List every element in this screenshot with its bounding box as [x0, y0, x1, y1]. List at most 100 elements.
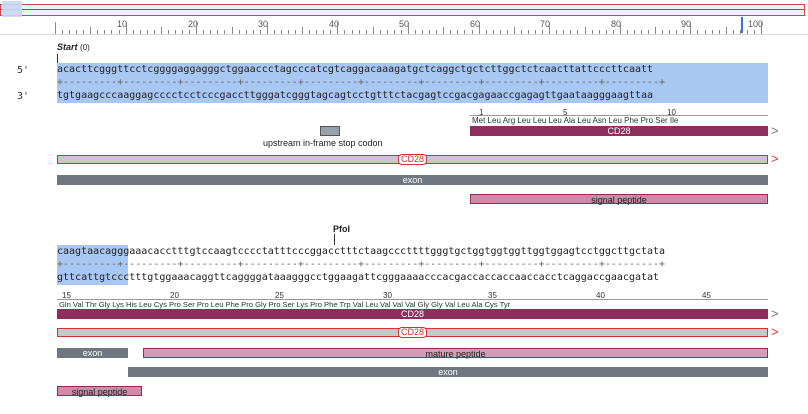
cd28-gene-bar-row2[interactable]: CD28: [57, 309, 768, 319]
ruler-tick: [62, 30, 64, 34]
ruler-tick: [718, 30, 720, 34]
ruler-tick: [669, 30, 671, 34]
ruler-tick: [690, 22, 692, 34]
ruler-tick: [238, 30, 240, 34]
ruler-tick: [182, 30, 184, 34]
start-label-group: Start (0): [57, 42, 90, 52]
ruler-tick: [725, 27, 727, 34]
ruler-tick: [252, 30, 254, 34]
cds-direction-arrow: >: [771, 151, 779, 166]
ruler-tick: [556, 30, 558, 34]
ruler-tick: [436, 30, 438, 34]
ruler-tick: [408, 22, 409, 34]
ruler-tick: [746, 30, 748, 34]
ruler-tick: [323, 30, 325, 34]
pfoi-site-label[interactable]: PfoI: [333, 224, 350, 234]
ruler-tick: [619, 22, 621, 34]
cds-direction-arrow: >: [771, 324, 779, 339]
ruler-tick: [648, 30, 650, 34]
ruler-tick: [422, 30, 424, 34]
ruler-tick: [429, 30, 431, 34]
exon-bar-row2-right[interactable]: exon: [128, 367, 768, 377]
ruler-tick: [506, 30, 508, 34]
signal-peptide-bar[interactable]: signal peptide: [470, 194, 768, 205]
exon-bar-row2-left[interactable]: exon: [57, 348, 128, 358]
ruler-tick: [76, 30, 78, 34]
top-strand-sequence-row2[interactable]: caagtaacagggaaacacctttgtccaagtcccctatttc…: [57, 246, 665, 257]
cursor-position-marker[interactable]: [741, 17, 743, 33]
ruler-tick: [704, 30, 706, 34]
ruler-tick: [302, 27, 304, 34]
ruler-tick: [160, 27, 162, 34]
ruler-tick: [471, 30, 473, 34]
overview-track[interactable]: [0, 4, 805, 16]
ruler-tick: [153, 30, 155, 34]
ruler-tick: [478, 22, 480, 34]
ruler-tick: [245, 30, 247, 34]
top-strand-sequence[interactable]: acacttcgggttcctcggggaggagggctggaaccctagc…: [57, 64, 653, 75]
stop-codon-label: upstream in-frame stop codon: [263, 138, 383, 148]
ruler-tick: [520, 30, 522, 34]
ruler-tick: [761, 22, 762, 34]
ruler-tick: [612, 30, 614, 34]
ruler-scale: 10 20 30 40 50 60 70 80 90 100: [55, 17, 769, 34]
stop-codon-feature[interactable]: [320, 126, 340, 136]
ruler-tick: [273, 30, 275, 34]
ruler-tick: [196, 22, 198, 34]
ruler-tick: [535, 30, 537, 34]
start-label: Start: [57, 42, 78, 52]
ruler-tick: [97, 30, 99, 34]
cd28-gene-bar[interactable]: CD28: [470, 126, 768, 136]
ruler-tick: [549, 22, 551, 34]
ruler-tick: [295, 30, 297, 34]
ruler-tick: [337, 22, 339, 34]
ruler-tick: [372, 27, 374, 34]
ruler-tick: [457, 30, 459, 34]
ruler-tick: [365, 30, 367, 34]
ruler-tick: [69, 30, 71, 34]
ruler-tick: [125, 22, 127, 34]
ruler-tick: [90, 27, 92, 34]
ruler-tick: [400, 30, 402, 34]
ruler-tick: [450, 30, 452, 34]
exon-bar[interactable]: exon: [57, 175, 768, 185]
ruler-tick: [111, 30, 113, 34]
sequence-ruler[interactable]: 10 20 30 40 50 60 70 80 90 100: [0, 0, 808, 35]
signal-peptide-bar-row2[interactable]: signal peptide: [57, 386, 142, 397]
ruler-tick: [259, 30, 261, 34]
ruler-tick: [139, 30, 141, 34]
ruler-tick: [591, 30, 593, 34]
bottom-strand-sequence-row2[interactable]: gttcattgtccctttgtggaaacaggttcaggggataaag…: [57, 272, 659, 283]
ruler-tick: [492, 30, 494, 34]
ruler-tick: [132, 30, 134, 34]
ruler-tick: [499, 30, 501, 34]
ruler-tick: [316, 30, 318, 34]
ruler-tick: [640, 30, 642, 34]
ruler-tick: [309, 30, 311, 34]
strand-tick-line: +---------+---------+---------+---------…: [57, 77, 666, 88]
ruler-tick: [358, 30, 360, 34]
ruler-tick: [633, 30, 635, 34]
ruler-tick: [676, 30, 678, 34]
ruler-tick: [344, 30, 346, 34]
ruler-tick: [443, 27, 445, 34]
mature-peptide-bar[interactable]: mature peptide: [143, 348, 768, 359]
ruler-tick: [415, 30, 417, 34]
ruler-tick: [683, 30, 685, 34]
ruler-tick: [393, 30, 395, 34]
ruler-tick: [697, 30, 699, 34]
ruler-tick: [577, 30, 579, 34]
ruler-tick: [379, 30, 381, 34]
ruler-tick: [655, 27, 657, 34]
ruler-tick: [224, 30, 226, 34]
ruler-tick: [210, 30, 212, 34]
translation-sequence: Met Leu Arg Leu Leu Leu Ala Leu Asn Leu …: [472, 116, 679, 125]
ruler-tick: [266, 22, 268, 34]
cds-label: CD28: [398, 327, 428, 338]
ruler-tick: [598, 30, 600, 34]
overview-viewport-thumb[interactable]: [2, 1, 22, 17]
ruler-tick: [386, 30, 388, 34]
bottom-strand-sequence[interactable]: tgtgaagcccaaggagcccctcctcccgaccttgggatcg…: [57, 90, 653, 101]
ruler-tick: [231, 27, 233, 34]
ruler-tick: [203, 30, 205, 34]
